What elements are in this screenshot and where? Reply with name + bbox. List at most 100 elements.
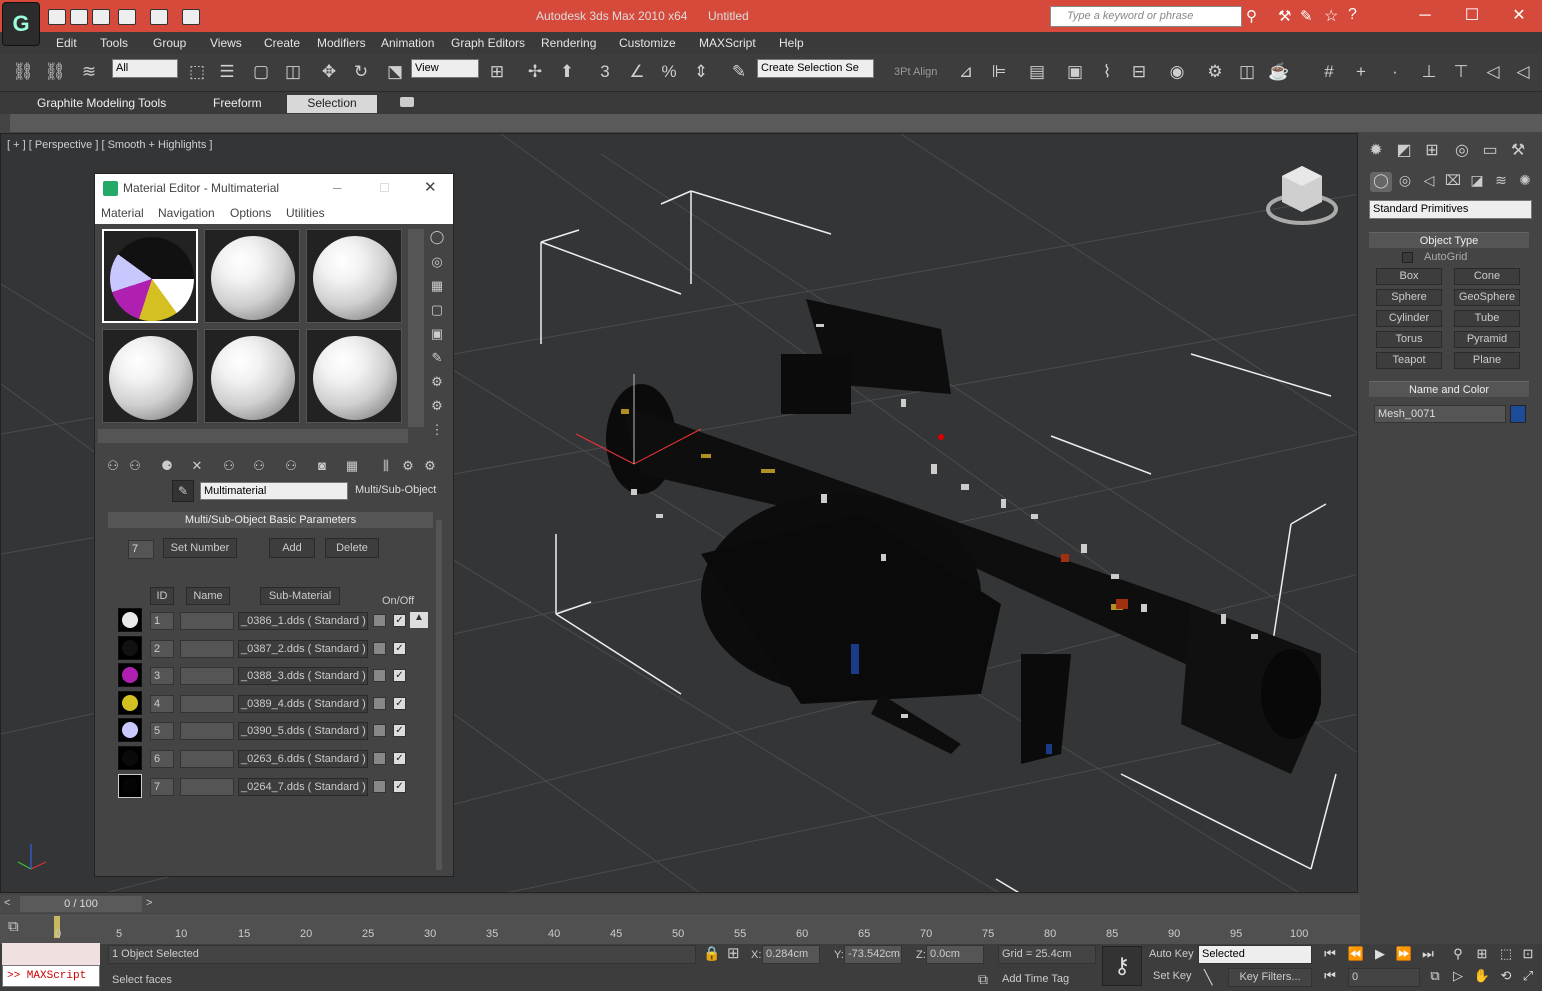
material-editor-icon[interactable]: ◉: [1166, 60, 1188, 84]
menu-animation[interactable]: Animation: [381, 36, 434, 50]
background-checker-icon[interactable]: ▦: [428, 278, 446, 296]
snap-edge-icon[interactable]: ◁: [1482, 60, 1504, 84]
shapes-icon[interactable]: ◎: [1394, 172, 1416, 192]
zoom-icon[interactable]: ⚲: [1448, 946, 1468, 964]
graphite-toggle-icon[interactable]: ▣: [1064, 60, 1086, 84]
snap-midpoint-icon[interactable]: ⊤: [1450, 60, 1472, 84]
go-to-parent-icon[interactable]: ⚙: [399, 458, 417, 474]
sub-material-swatch[interactable]: [118, 774, 142, 798]
redo-icon[interactable]: [150, 9, 168, 25]
geometry-icon[interactable]: ◯: [1370, 172, 1392, 192]
motion-tab-icon[interactable]: ◎: [1450, 140, 1474, 162]
material-slot-5[interactable]: [204, 329, 300, 423]
make-preview-icon[interactable]: ✎: [428, 350, 446, 368]
go-to-end-icon[interactable]: ⏭: [1418, 946, 1438, 964]
make-copy-icon[interactable]: ⚇: [220, 458, 238, 474]
create-tab-icon[interactable]: ✹: [1364, 140, 1388, 162]
viewcube[interactable]: [1266, 166, 1338, 225]
uv-tiling-icon[interactable]: ▢: [428, 302, 446, 320]
medit-menu-material[interactable]: Material: [101, 206, 144, 220]
field-of-view-icon[interactable]: ▷: [1448, 968, 1468, 986]
sub-material-name[interactable]: [180, 612, 234, 630]
sub-material-on-checkbox[interactable]: ✓: [393, 780, 406, 793]
snaps-toggle-icon[interactable]: 3: [594, 60, 616, 84]
multi-sub-object-rollout[interactable]: Multi/Sub-Object Basic Parameters: [108, 512, 433, 528]
sub-material-name[interactable]: [180, 722, 234, 740]
sub-material-count-field[interactable]: 7: [128, 540, 154, 559]
unlink-icon[interactable]: ⛓: [44, 60, 66, 84]
set-key-button[interactable]: Set Key: [1153, 970, 1192, 982]
maximize-button[interactable]: ☐: [1449, 4, 1495, 28]
selection-lock-icon[interactable]: 🔒: [703, 945, 720, 962]
pivot-center-icon[interactable]: ⊞: [486, 60, 508, 84]
time-next-icon[interactable]: >: [146, 897, 152, 909]
medit-maximize-button[interactable]: ☐: [379, 174, 390, 202]
go-forward-to-sibling-icon[interactable]: ⚙: [421, 458, 439, 474]
rotate-icon[interactable]: ↻: [350, 60, 372, 84]
id-column-header[interactable]: ID: [150, 587, 174, 605]
zoom-extents-all-icon[interactable]: ⊡: [1518, 946, 1538, 964]
sub-material-color-box[interactable]: [373, 669, 386, 682]
sub-material-color-box[interactable]: [373, 724, 386, 737]
key-mode-toggle-icon[interactable]: ⏮: [1320, 968, 1340, 986]
menu-group[interactable]: Group: [153, 36, 186, 50]
window-crossing-icon[interactable]: ◫: [282, 60, 304, 84]
save-file-icon[interactable]: [92, 9, 110, 25]
pick-material-eyedropper-icon[interactable]: ✎: [172, 480, 194, 502]
mini-curve-editor-icon[interactable]: ⧉: [8, 918, 19, 935]
sub-material-name[interactable]: [180, 778, 234, 796]
sub-material-color-box[interactable]: [373, 780, 386, 793]
maxscript-mini-listener[interactable]: >> MAXScript: [2, 965, 100, 987]
tab-freeform[interactable]: Freeform: [213, 96, 262, 110]
material-slot-4[interactable]: [102, 329, 198, 423]
menu-tools[interactable]: Tools: [100, 36, 128, 50]
schematic-view-icon[interactable]: ⊟: [1128, 60, 1150, 84]
undo-icon[interactable]: [118, 9, 136, 25]
make-unique-icon[interactable]: ⚇: [250, 458, 268, 474]
sub-material-on-checkbox[interactable]: ✓: [393, 669, 406, 682]
minimize-button[interactable]: ─: [1402, 4, 1448, 28]
layer-manager-icon[interactable]: ▤: [1026, 60, 1048, 84]
params-scrollbar[interactable]: [436, 520, 442, 870]
sphere-button[interactable]: Sphere: [1376, 289, 1442, 306]
set-number-button[interactable]: Set Number: [163, 538, 237, 558]
geosphere-button[interactable]: GeoSphere: [1454, 289, 1520, 306]
object-name-field[interactable]: Mesh_0071: [1374, 405, 1506, 423]
sub-material-id[interactable]: 2: [150, 640, 174, 658]
select-by-material-icon[interactable]: ⚙: [428, 398, 446, 416]
percent-snap-icon[interactable]: %: [658, 60, 680, 84]
medit-minimize-button[interactable]: ─: [333, 174, 342, 202]
sub-material-button[interactable]: _0390_5.dds ( Standard ): [238, 722, 368, 740]
menu-edit[interactable]: Edit: [56, 36, 77, 50]
reset-map-icon[interactable]: ✕: [188, 458, 206, 474]
sub-material-on-checkbox[interactable]: ✓: [393, 642, 406, 655]
menu-create[interactable]: Create: [264, 36, 300, 50]
sample-type-icon[interactable]: ◯: [428, 229, 446, 247]
material-slot-1[interactable]: [102, 229, 198, 323]
plane-button[interactable]: Plane: [1454, 352, 1520, 369]
slots-vertical-scrollbar[interactable]: [408, 229, 424, 427]
snap-endpoint-icon[interactable]: ⊥: [1418, 60, 1440, 84]
snap-face-icon[interactable]: ◁: [1512, 60, 1534, 84]
next-frame-icon[interactable]: ⏩: [1394, 946, 1414, 964]
key-mode-select[interactable]: Selected: [1198, 945, 1312, 964]
close-button[interactable]: ✕: [1496, 4, 1542, 28]
utilities-tab-icon[interactable]: ⚒: [1506, 140, 1530, 162]
sub-material-button[interactable]: _0386_1.dds ( Standard ): [238, 612, 368, 630]
cone-button[interactable]: Cone: [1454, 268, 1520, 285]
torus-button[interactable]: Torus: [1376, 331, 1442, 348]
z-coordinate-field[interactable]: 0.0cm: [926, 945, 984, 964]
sub-list-scroll-up-icon[interactable]: ▲: [410, 612, 428, 628]
sub-material-button[interactable]: _0388_3.dds ( Standard ): [238, 667, 368, 685]
align-icon[interactable]: ⊫: [988, 60, 1010, 84]
sub-material-id[interactable]: 4: [150, 695, 174, 713]
medit-menu-utilities[interactable]: Utilities: [286, 206, 325, 220]
modify-tab-icon[interactable]: ◩: [1392, 140, 1416, 162]
material-type-button[interactable]: Multi/Sub-Object: [355, 484, 436, 496]
snap-vertex-icon[interactable]: ·: [1384, 60, 1406, 84]
maximize-viewport-icon[interactable]: ⤢: [1518, 968, 1538, 986]
medit-menu-options[interactable]: Options: [230, 206, 271, 220]
named-selection-set-select[interactable]: Create Selection Se: [757, 59, 874, 78]
systems-icon[interactable]: ✺: [1514, 172, 1536, 192]
show-map-in-viewport-icon[interactable]: ▦: [343, 458, 361, 474]
